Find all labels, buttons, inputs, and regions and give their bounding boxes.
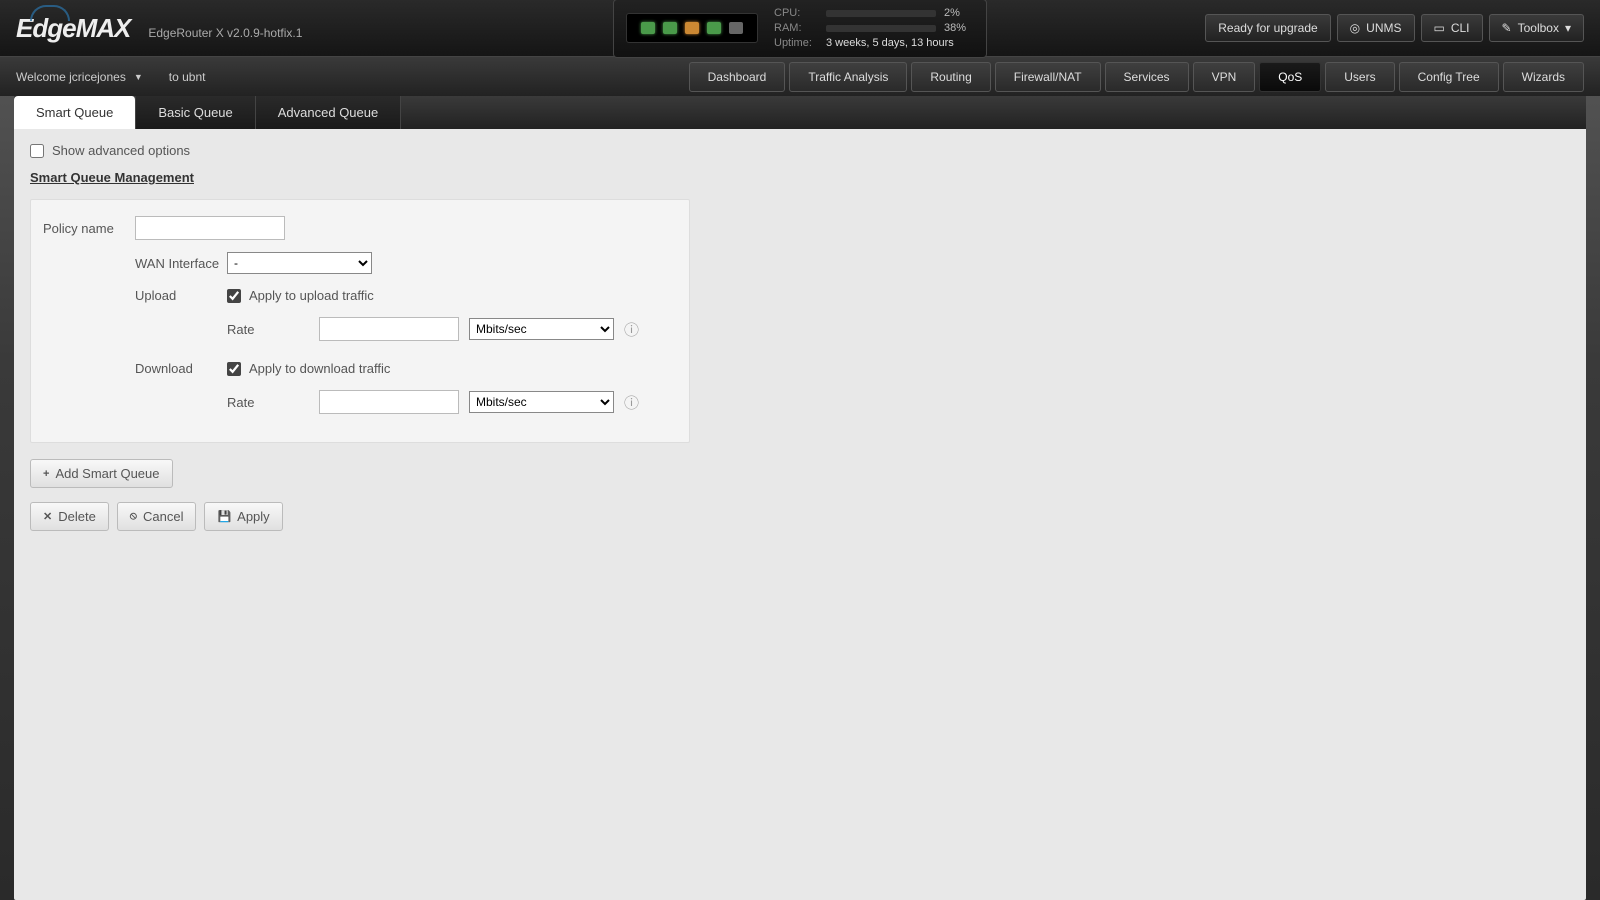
upload-rate-label: Rate bbox=[227, 322, 309, 337]
ram-label: RAM: bbox=[774, 21, 818, 36]
tab-routing[interactable]: Routing bbox=[911, 62, 990, 92]
upload-label: Upload bbox=[135, 288, 227, 303]
tab-services[interactable]: Services bbox=[1105, 62, 1189, 92]
uptime-label: Uptime: bbox=[774, 36, 818, 51]
port-led-5 bbox=[729, 22, 743, 34]
tab-traffic-analysis[interactable]: Traffic Analysis bbox=[789, 62, 907, 92]
port-leds bbox=[626, 13, 758, 43]
cpu-bar bbox=[826, 10, 936, 17]
unms-button[interactable]: ◎UNMS bbox=[1337, 14, 1415, 42]
show-advanced-label: Show advanced options bbox=[52, 143, 190, 158]
add-row: +Add Smart Queue bbox=[30, 459, 1570, 488]
cancel-button[interactable]: ⦸Cancel bbox=[117, 502, 197, 531]
close-icon: ✕ bbox=[43, 510, 52, 523]
apply-download-checkbox[interactable] bbox=[227, 362, 241, 376]
tab-wizards[interactable]: Wizards bbox=[1503, 62, 1584, 92]
info-icon[interactable]: ⓘ bbox=[624, 392, 639, 413]
policy-name-row: Policy name bbox=[43, 216, 677, 240]
content-area: Smart Queue Basic Queue Advanced Queue S… bbox=[14, 96, 1586, 900]
topbar-right: Ready for upgrade ◎UNMS ▭CLI ✎Toolbox▾ bbox=[1205, 14, 1584, 42]
download-rate-unit-select[interactable]: Mbits/sec bbox=[469, 391, 614, 413]
tab-vpn[interactable]: VPN bbox=[1193, 62, 1256, 92]
wan-interface-select[interactable]: - bbox=[227, 252, 372, 274]
wrench-icon: ✎ bbox=[1502, 21, 1512, 35]
cancel-icon: ⦸ bbox=[130, 510, 137, 523]
upload-rate-input[interactable] bbox=[319, 317, 459, 341]
welcome-text: Welcome jcricejones bbox=[16, 70, 126, 84]
toolbox-button[interactable]: ✎Toolbox▾ bbox=[1489, 14, 1584, 42]
terminal-icon: ▭ bbox=[1434, 21, 1445, 35]
uptime-value: 3 weeks, 5 days, 13 hours bbox=[826, 36, 954, 51]
port-led-1 bbox=[641, 22, 655, 34]
show-advanced-checkbox[interactable] bbox=[30, 144, 44, 158]
tab-config-tree[interactable]: Config Tree bbox=[1399, 62, 1499, 92]
plus-icon: + bbox=[43, 468, 49, 480]
system-stats: CPU: 2% RAM: 38% Uptime: 3 weeks, 5 days… bbox=[774, 6, 974, 51]
policy-name-label: Policy name bbox=[43, 221, 135, 236]
subtab-advanced-queue[interactable]: Advanced Queue bbox=[256, 96, 401, 129]
upload-rate-unit-select[interactable]: Mbits/sec bbox=[469, 318, 614, 340]
brand-logo: EdgeMAX bbox=[16, 13, 130, 44]
wan-interface-label: WAN Interface bbox=[135, 256, 227, 271]
delete-button[interactable]: ✕Delete bbox=[30, 502, 109, 531]
smart-queue-form: Policy name WAN Interface - Upload Apply… bbox=[30, 199, 690, 443]
brand-block: EdgeMAX EdgeRouter X v2.0.9-hotfix.1 bbox=[16, 13, 302, 44]
ready-upgrade-button[interactable]: Ready for upgrade bbox=[1205, 14, 1330, 42]
download-rate-input[interactable] bbox=[319, 390, 459, 414]
ram-bar bbox=[826, 25, 936, 32]
cpu-value: 2% bbox=[944, 6, 974, 21]
tab-dashboard[interactable]: Dashboard bbox=[689, 62, 786, 92]
main-tabs: Dashboard Traffic Analysis Routing Firew… bbox=[689, 62, 1584, 92]
tab-users[interactable]: Users bbox=[1325, 62, 1394, 92]
cli-button[interactable]: ▭CLI bbox=[1421, 14, 1483, 42]
section-title: Smart Queue Management bbox=[30, 170, 1570, 185]
subtab-smart-queue[interactable]: Smart Queue bbox=[14, 96, 136, 129]
cpu-label: CPU: bbox=[774, 6, 818, 21]
port-led-2 bbox=[663, 22, 677, 34]
qos-panel: Show advanced options Smart Queue Manage… bbox=[14, 129, 1586, 545]
tab-firewall-nat[interactable]: Firewall/NAT bbox=[995, 62, 1101, 92]
ram-value: 38% bbox=[944, 21, 974, 36]
apply-upload-checkbox[interactable] bbox=[227, 289, 241, 303]
brand-model: EdgeRouter X v2.0.9-hotfix.1 bbox=[148, 26, 302, 40]
port-led-3 bbox=[685, 22, 699, 34]
target-icon: ◎ bbox=[1350, 21, 1360, 35]
chevron-down-icon: ▼ bbox=[134, 72, 143, 82]
download-rate-row: Rate Mbits/sec ⓘ bbox=[227, 390, 677, 414]
save-icon: 💾 bbox=[217, 510, 231, 523]
sub-tabs: Smart Queue Basic Queue Advanced Queue bbox=[14, 96, 1586, 129]
chevron-down-icon: ▾ bbox=[1565, 21, 1571, 35]
subtab-basic-queue[interactable]: Basic Queue bbox=[136, 96, 255, 129]
upload-section: Upload Apply to upload traffic bbox=[135, 288, 677, 303]
add-smart-queue-button[interactable]: +Add Smart Queue bbox=[30, 459, 173, 488]
upload-rate-row: Rate Mbits/sec ⓘ bbox=[227, 317, 677, 341]
tab-qos[interactable]: QoS bbox=[1259, 62, 1321, 92]
to-text: to ubnt bbox=[169, 70, 206, 84]
download-section: Download Apply to download traffic bbox=[135, 361, 677, 376]
welcome-block[interactable]: Welcome jcricejones ▼ to ubnt bbox=[16, 70, 205, 84]
download-label: Download bbox=[135, 361, 227, 376]
apply-upload-label: Apply to upload traffic bbox=[249, 288, 374, 303]
info-icon[interactable]: ⓘ bbox=[624, 319, 639, 340]
apply-button[interactable]: 💾Apply bbox=[204, 502, 282, 531]
download-rate-label: Rate bbox=[227, 395, 309, 410]
form-actions: ✕Delete ⦸Cancel 💾Apply bbox=[30, 502, 1570, 531]
policy-name-input[interactable] bbox=[135, 216, 285, 240]
top-header: EdgeMAX EdgeRouter X v2.0.9-hotfix.1 CPU… bbox=[0, 0, 1600, 56]
apply-download-label: Apply to download traffic bbox=[249, 361, 390, 376]
wan-row: WAN Interface - bbox=[135, 252, 677, 274]
show-advanced-row: Show advanced options bbox=[30, 143, 1570, 158]
nav-bar: Welcome jcricejones ▼ to ubnt Dashboard … bbox=[0, 56, 1600, 96]
status-panel: CPU: 2% RAM: 38% Uptime: 3 weeks, 5 days… bbox=[613, 0, 987, 58]
port-led-4 bbox=[707, 22, 721, 34]
